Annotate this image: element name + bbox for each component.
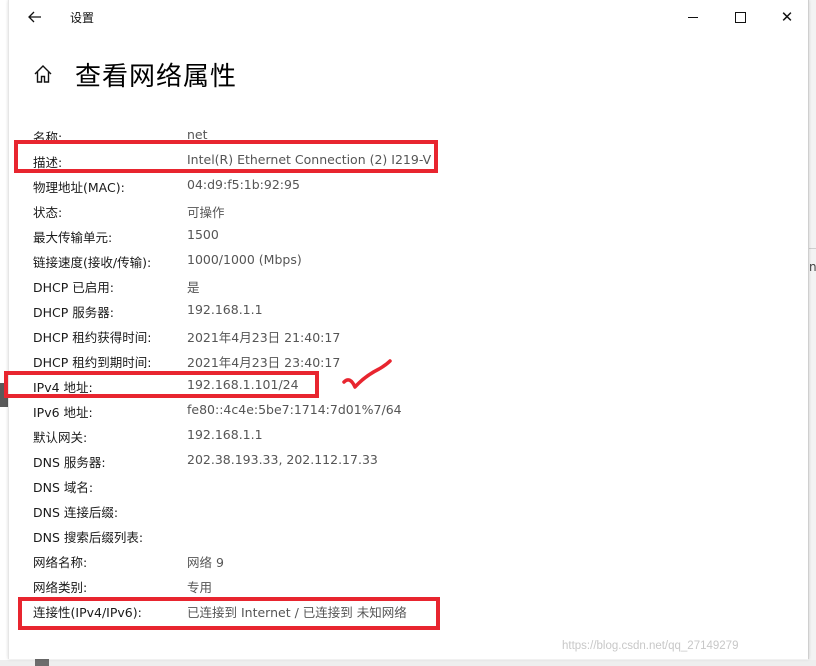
page-title: 查看网络属性 xyxy=(75,62,238,92)
settings-window: 设置 ✕ 查看网络属性 名称: net 描述: Intel(R) Etherne… xyxy=(8,0,809,659)
close-icon: ✕ xyxy=(780,7,794,26)
property-value[interactable]: 192.168.1.1 xyxy=(187,302,263,317)
property-label: 描述: xyxy=(33,155,63,170)
property-row-mtu: 最大传输单元: 1500 xyxy=(9,223,808,248)
property-label: DNS 连接后缀: xyxy=(33,505,119,520)
property-row-dns-search-list: DNS 搜索后缀列表: xyxy=(9,523,808,548)
property-label: DNS 服务器: xyxy=(33,455,106,470)
property-label: DNS 搜索后缀列表: xyxy=(33,530,144,545)
property-value[interactable]: 202.38.193.33, 202.112.17.33 xyxy=(187,452,378,467)
property-value[interactable]: 192.168.1.1 xyxy=(187,427,263,442)
property-row-status: 状态: 可操作 xyxy=(9,198,808,223)
minimize-button[interactable] xyxy=(673,4,713,30)
property-label: IPv6 地址: xyxy=(33,405,93,420)
property-row-ipv4: IPv4 地址: 192.168.1.101/24 xyxy=(9,373,808,398)
maximize-button[interactable] xyxy=(720,4,760,30)
property-label: 默认网关: xyxy=(33,430,88,445)
property-row-dhcp-server: DHCP 服务器: 192.168.1.1 xyxy=(9,298,808,323)
property-row-name: 名称: net xyxy=(9,123,808,148)
property-label: 状态: xyxy=(33,205,63,220)
property-label: DHCP 已启用: xyxy=(33,280,114,295)
property-label: 网络名称: xyxy=(33,555,88,570)
property-row-connectivity: 连接性(IPv4/IPv6): 已连接到 Internet / 已连接到 未知网… xyxy=(9,598,808,623)
property-value[interactable]: 网络 9 xyxy=(187,552,224,571)
property-value[interactable]: 2021年4月23日 21:40:17 xyxy=(187,327,340,346)
property-row-lease-expires: DHCP 租约到期时间: 2021年4月23日 23:40:17 xyxy=(9,348,808,373)
title-bar: 设置 ✕ xyxy=(9,0,808,34)
property-value[interactable]: 可操作 xyxy=(187,202,225,221)
background-divider xyxy=(808,248,816,249)
property-value[interactable]: 04:d9:f5:1b:92:95 xyxy=(187,177,300,192)
property-label: 名称: xyxy=(33,130,63,145)
checkmark-annotation xyxy=(342,359,392,389)
property-row-mac: 物理地址(MAC): 04:d9:f5:1b:92:95 xyxy=(9,173,808,198)
property-label: 物理地址(MAC): xyxy=(33,180,125,195)
property-value[interactable]: 2021年4月23日 23:40:17 xyxy=(187,352,340,371)
property-value[interactable]: 已连接到 Internet / 已连接到 未知网络 xyxy=(187,602,407,621)
property-label: 链接速度(接收/传输): xyxy=(33,255,152,270)
property-label: 网络类别: xyxy=(33,580,88,595)
back-arrow-icon xyxy=(28,11,41,23)
property-row-dns-servers: DNS 服务器: 202.38.193.33, 202.112.17.33 xyxy=(9,448,808,473)
property-row-network-category: 网络类别: 专用 xyxy=(9,573,808,598)
background-bottom-mark xyxy=(35,658,49,666)
property-row-network-name: 网络名称: 网络 9 xyxy=(9,548,808,573)
property-value[interactable]: 专用 xyxy=(187,577,212,596)
close-button[interactable]: ✕ xyxy=(767,4,807,30)
property-value[interactable]: Intel(R) Ethernet Connection (2) I219-V xyxy=(187,152,431,167)
minimize-icon xyxy=(688,16,698,18)
back-button[interactable] xyxy=(21,4,49,30)
property-value[interactable]: net xyxy=(187,127,208,142)
property-label: DNS 域名: xyxy=(33,480,94,495)
property-value[interactable]: 1000/1000 (Mbps) xyxy=(187,252,302,267)
property-value[interactable]: fe80::4c4e:5be7:1714:7d01%7/64 xyxy=(187,402,402,417)
property-label: 连接性(IPv4/IPv6): xyxy=(33,605,142,620)
property-row-ipv6: IPv6 地址: fe80::4c4e:5be7:1714:7d01%7/64 xyxy=(9,398,808,423)
property-label: 最大传输单元: xyxy=(33,230,113,245)
property-row-link-speed: 链接速度(接收/传输): 1000/1000 (Mbps) xyxy=(9,248,808,273)
property-row-dhcp-enabled: DHCP 已启用: 是 xyxy=(9,273,808,298)
property-row-lease-obtained: DHCP 租约获得时间: 2021年4月23日 21:40:17 xyxy=(9,323,808,348)
property-label: IPv4 地址: xyxy=(33,380,93,395)
property-label: DHCP 租约到期时间: xyxy=(33,355,152,370)
background-partial-text: np xyxy=(809,260,816,274)
property-label: DHCP 服务器: xyxy=(33,305,114,320)
background-bottom xyxy=(0,660,816,666)
property-row-gateway: 默认网关: 192.168.1.1 xyxy=(9,423,808,448)
property-label: DHCP 租约获得时间: xyxy=(33,330,152,345)
property-value[interactable]: 1500 xyxy=(187,227,219,242)
background-left-mark xyxy=(0,383,8,407)
background-window xyxy=(808,0,816,666)
property-row-dns-suffix: DNS 连接后缀: xyxy=(9,498,808,523)
app-title: 设置 xyxy=(70,11,95,25)
watermark: https://blog.csdn.net/qq_27149279 xyxy=(562,640,739,652)
home-icon[interactable] xyxy=(33,64,53,84)
property-value[interactable]: 192.168.1.101/24 xyxy=(187,377,299,392)
maximize-icon xyxy=(734,11,746,23)
property-row-description: 描述: Intel(R) Ethernet Connection (2) I21… xyxy=(9,148,808,173)
property-value[interactable]: 是 xyxy=(187,277,200,296)
property-row-dns-domain: DNS 域名: xyxy=(9,473,808,498)
